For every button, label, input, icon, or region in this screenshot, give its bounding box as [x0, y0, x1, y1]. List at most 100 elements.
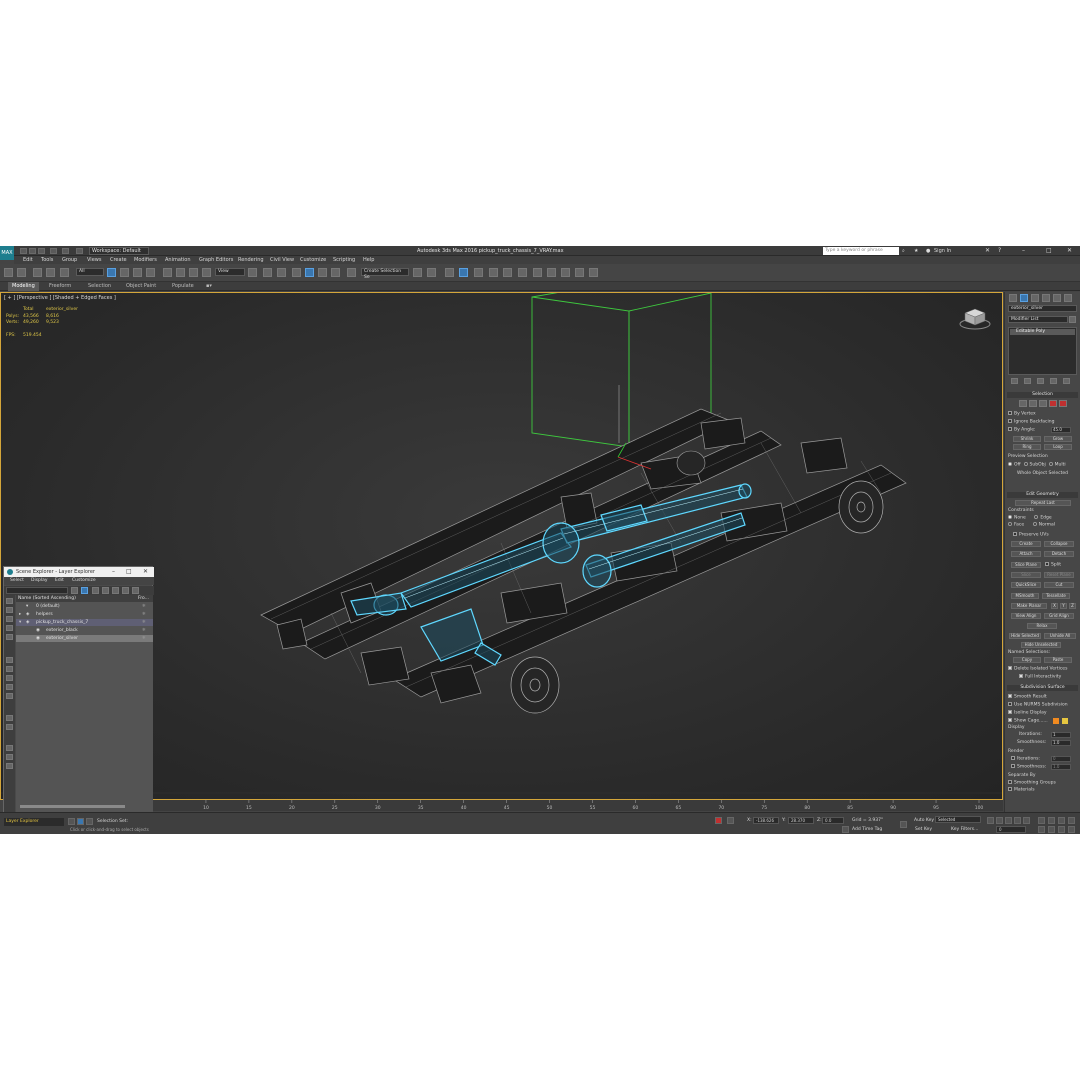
cut-button[interactable]: Cut [1044, 582, 1074, 588]
create-button[interactable]: Create [1011, 541, 1041, 547]
menu-scripting[interactable]: Scripting [333, 257, 355, 263]
material-editor-icon[interactable] [518, 268, 527, 277]
freeze-toggle-icon[interactable]: ❄ [142, 627, 146, 634]
render-setup-icon[interactable] [533, 268, 542, 277]
layer-hierarchy-icon[interactable] [81, 587, 88, 594]
move-icon[interactable] [163, 268, 172, 277]
previous-frame-icon[interactable] [996, 817, 1003, 824]
cage-selection-color-swatch[interactable] [1062, 718, 1068, 724]
go-to-start-icon[interactable] [987, 817, 994, 824]
view-align-button[interactable]: View Align [1011, 613, 1041, 619]
add-time-tag-button[interactable]: Add Time Tag [852, 827, 882, 832]
spinner-snap-icon[interactable] [331, 268, 340, 277]
menu-help[interactable]: Help [363, 257, 374, 263]
window-crossing-icon[interactable] [146, 268, 155, 277]
search-input[interactable]: Type a keyword or phrase [823, 247, 899, 255]
subdivision-rollout-header[interactable]: Subdivision Surface [1007, 685, 1078, 691]
full-interactivity-checkbox[interactable]: Full Interactivity [1019, 674, 1080, 680]
user-icon[interactable]: ● [926, 248, 930, 254]
key-filters-button[interactable]: Key Filters... [951, 827, 978, 832]
infocenter-icon[interactable]: ★ [914, 248, 918, 254]
set-key-button[interactable]: Set Key [915, 827, 932, 832]
paste-button[interactable]: Paste [1044, 657, 1072, 663]
new-layer-icon[interactable] [102, 587, 109, 594]
link-icon[interactable] [33, 268, 42, 277]
planar-y-button[interactable]: Y [1060, 603, 1067, 609]
layer-settings-icon[interactable] [132, 587, 139, 594]
by-vertex-checkbox[interactable]: By Vertex [1008, 411, 1077, 417]
absolute-mode-icon[interactable] [727, 817, 734, 824]
isoline-checkbox[interactable]: Isoline Display [1008, 710, 1077, 716]
display-cameras-icon[interactable] [6, 625, 13, 631]
next-frame-icon[interactable] [1014, 817, 1021, 824]
keyboard-shortcut-icon[interactable] [277, 268, 286, 277]
list-item[interactable]: ▾ 0 (default) ❄ [16, 603, 153, 610]
quickslice-button[interactable]: QuickSlice [1011, 582, 1041, 588]
viewcube-icon[interactable] [959, 307, 991, 331]
freeze-toggle-icon[interactable]: ❄ [142, 611, 146, 618]
lock-icon[interactable] [92, 587, 99, 594]
rectangular-selection-icon[interactable] [133, 268, 142, 277]
search-icon[interactable]: ⌕ [902, 248, 905, 254]
hierarchy-tab-icon[interactable] [1031, 294, 1039, 302]
configure-sets-icon[interactable] [1063, 378, 1070, 384]
display-xrefs-icon[interactable] [6, 675, 13, 681]
unlink-icon[interactable] [46, 268, 55, 277]
display-frozen-icon[interactable] [6, 715, 13, 721]
object-color-swatch[interactable] [1069, 316, 1076, 323]
modify-tab-icon[interactable] [1020, 294, 1028, 302]
column-frozen-header[interactable]: Fro... [138, 595, 149, 602]
layer-list[interactable]: Name (Sorted Ascending) Fro... ▾ 0 (defa… [16, 595, 153, 815]
menu-rendering[interactable]: Rendering [238, 257, 264, 263]
display-all-icon[interactable] [6, 745, 13, 751]
open-file-icon[interactable] [29, 248, 36, 254]
display-geometry-icon[interactable] [6, 598, 13, 604]
modifier-stack[interactable]: Editable Poly [1008, 327, 1077, 375]
tab-selection[interactable]: Selection [84, 282, 115, 291]
close-icon[interactable]: ✕ [1067, 247, 1072, 254]
hide-selected-button[interactable]: Hide Selected [1009, 633, 1041, 639]
orbit-icon[interactable] [1058, 826, 1065, 833]
rendered-frame-window-icon[interactable] [547, 268, 556, 277]
copy-button[interactable]: Copy [1013, 657, 1041, 663]
maximize-icon[interactable]: □ [1046, 247, 1052, 254]
redo-icon[interactable] [17, 268, 26, 277]
vertex-subobject-icon[interactable] [1019, 400, 1027, 407]
expand-icon[interactable]: ▸ [19, 611, 21, 618]
redo-icon[interactable] [62, 248, 69, 254]
menu-modifiers[interactable]: Modifiers [134, 257, 157, 263]
tab-populate[interactable]: Populate [168, 282, 198, 291]
show-end-result-icon[interactable] [1024, 378, 1031, 384]
named-selection-dropdown[interactable]: Create Selection Se [361, 268, 409, 280]
maximize-icon[interactable]: □ [126, 568, 132, 575]
zoom-icon[interactable] [1038, 817, 1045, 824]
tab-freeform[interactable]: Freeform [45, 282, 75, 291]
visibility-icon[interactable]: ◉ [36, 627, 40, 634]
angle-snap-icon[interactable] [305, 268, 314, 277]
save-file-icon[interactable] [38, 248, 45, 254]
list-item[interactable]: ◉ exterior_black ❄ [16, 627, 153, 634]
go-to-end-icon[interactable] [1023, 817, 1030, 824]
play-icon[interactable] [1005, 817, 1012, 824]
use-nurms-checkbox[interactable]: Use NURMS Subdivision [1008, 702, 1077, 708]
selection-lock-icon[interactable] [715, 817, 722, 824]
constraint-face-radio[interactable] [1008, 522, 1012, 526]
ring-button[interactable]: Ring [1013, 444, 1041, 450]
smoothness-spinner[interactable]: 1.0 [1051, 740, 1071, 746]
align-icon[interactable] [427, 268, 436, 277]
materials-checkbox[interactable]: Materials [1008, 787, 1077, 793]
shrink-button[interactable]: Shrink [1013, 436, 1041, 442]
modifier-list-dropdown[interactable]: Modifier List [1008, 316, 1068, 323]
undo-icon[interactable] [50, 248, 57, 254]
curve-editor-icon[interactable] [489, 268, 498, 277]
column-name-header[interactable]: Name (Sorted Ascending) [18, 595, 76, 602]
polygon-subobject-icon[interactable] [1049, 400, 1057, 407]
zoom-extents-icon[interactable] [1058, 817, 1065, 824]
list-item[interactable]: ▸ ◈ helpers ❄ [16, 611, 153, 618]
tab-object-paint[interactable]: Object Paint [122, 282, 160, 291]
unhide-all-button[interactable]: Unhide All [1044, 633, 1076, 639]
cage-color-swatch[interactable] [1053, 718, 1059, 724]
preview-subobj-radio[interactable] [1023, 462, 1028, 466]
constraint-edge-radio[interactable] [1034, 515, 1039, 519]
iterations-spinner[interactable]: 1 [1051, 732, 1071, 738]
